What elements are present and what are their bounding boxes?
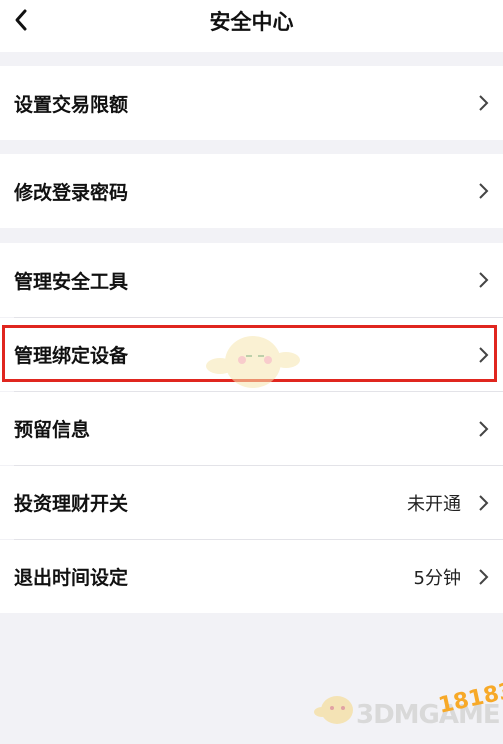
chevron-right-icon xyxy=(479,420,489,437)
page-title: 安全中心 xyxy=(209,10,294,34)
menu-item-label: 设置交易限额 xyxy=(14,93,129,116)
watermark-mascot-icon xyxy=(314,696,353,724)
menu-item-label: 预留信息 xyxy=(14,419,91,441)
menu-item-label: 管理安全工具 xyxy=(14,270,129,293)
menu-item-reserved-info[interactable]: 预留信息 xyxy=(0,392,503,465)
chevron-right-icon xyxy=(479,95,489,111)
menu-item-change-login-password[interactable]: 修改登录密码 xyxy=(0,154,503,228)
mascot-watermark-icon xyxy=(206,336,300,388)
chevron-right-icon xyxy=(479,494,489,511)
menu-item-investment-switch[interactable]: 投资理财开关 未开通 xyxy=(0,466,503,539)
menu-item-manage-security-tools[interactable]: 管理安全工具 xyxy=(0,243,503,317)
menu-item-value: 未开通 xyxy=(407,493,461,515)
menu-item-label: 投资理财开关 xyxy=(14,493,129,515)
header-bar: 安全中心 xyxy=(0,0,503,52)
chevron-right-icon xyxy=(479,568,489,585)
chevron-right-icon xyxy=(479,183,489,199)
menu-item-value: 5分钟 xyxy=(413,567,461,589)
menu-item-label: 修改登录密码 xyxy=(14,181,129,204)
chevron-right-icon xyxy=(479,272,489,288)
menu-item-set-transaction-limit[interactable]: 设置交易限额 xyxy=(0,66,503,140)
menu-item-label: 退出时间设定 xyxy=(14,567,129,589)
menu-item-logout-timeout[interactable]: 退出时间设定 5分钟 xyxy=(0,540,503,613)
